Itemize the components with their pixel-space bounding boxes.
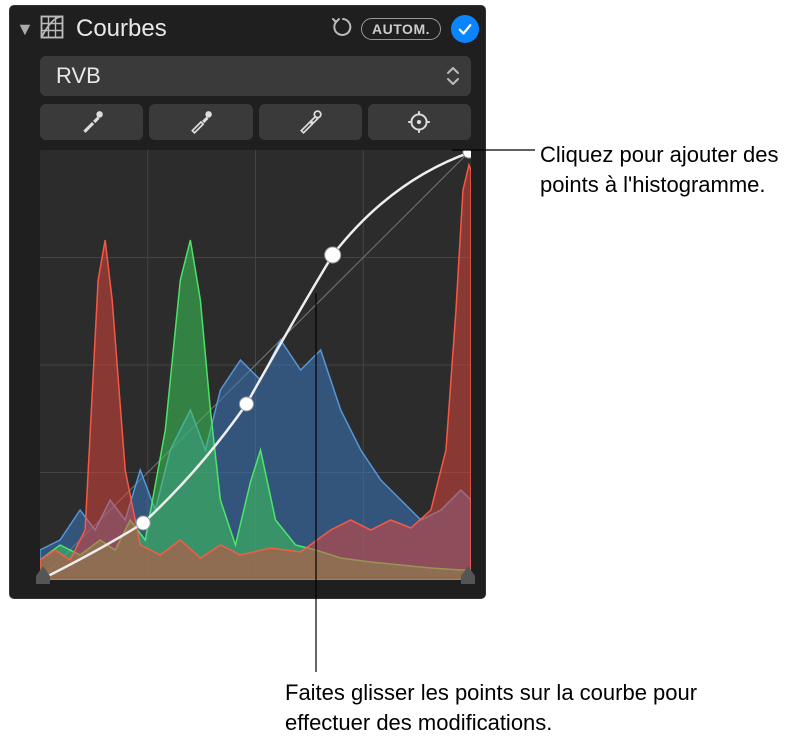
stepper-icon [443,64,463,88]
eyedropper-white-icon [297,109,323,135]
histogram-area[interactable] [40,150,471,580]
channel-dropdown[interactable]: RVB [40,56,471,96]
disclosure-triangle-icon[interactable]: ▼ [16,19,32,40]
curve-point[interactable] [325,247,341,263]
eyedropper-black-button[interactable] [40,104,143,140]
curve-point[interactable] [463,150,471,158]
white-point-slider[interactable] [461,566,475,584]
add-point-icon [406,109,432,135]
reset-icon[interactable] [331,15,355,44]
histogram-channels [40,150,471,580]
add-point-button[interactable] [368,104,471,140]
eyedropper-gray-icon [188,109,214,135]
panel-title: Courbes [76,15,325,43]
curves-grid-icon [38,13,66,46]
enabled-toggle[interactable] [451,15,479,43]
callout-drag-points: Faites glisser les points sur la courbe … [285,678,785,737]
panel-body: RVB [10,52,485,598]
eyedropper-gray-button[interactable] [149,104,252,140]
black-point-slider[interactable] [36,566,50,584]
curve-point[interactable] [239,397,253,411]
auto-button[interactable]: AUTOM. [361,18,441,40]
eyedropper-black-icon [79,109,105,135]
eyedropper-white-button[interactable] [259,104,362,140]
curves-panel: ▼ Courbes AUTOM. RVB [10,6,485,598]
curve-point[interactable] [136,516,150,530]
channel-dropdown-value: RVB [56,63,101,89]
tool-row [40,104,471,140]
panel-header: ▼ Courbes AUTOM. [10,6,485,52]
callout-add-points: Cliquez pour ajouter des points à l'hist… [540,140,790,199]
check-icon [456,20,474,38]
